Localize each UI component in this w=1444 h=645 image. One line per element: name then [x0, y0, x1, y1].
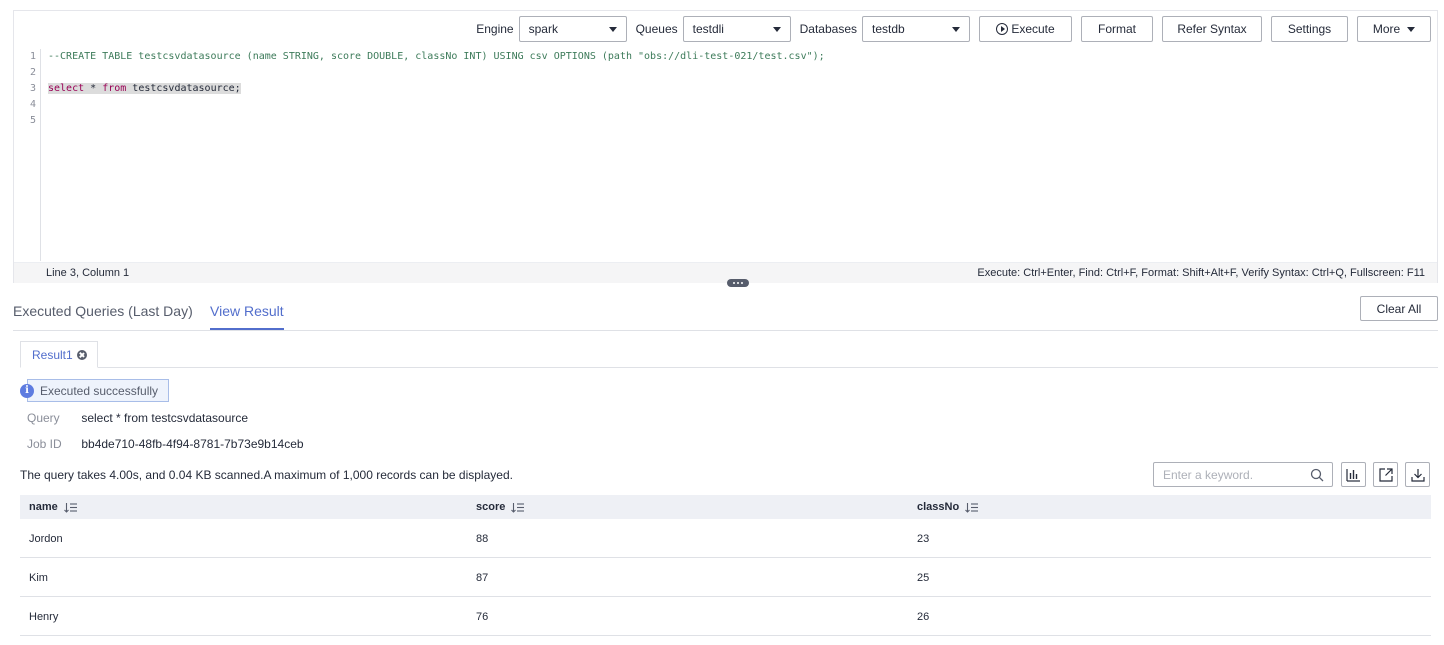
engine-select-value: spark [528, 22, 558, 36]
table-cell: 25 [917, 572, 930, 584]
table-row: Kim 87 25 [20, 558, 1431, 597]
engine-label: Engine [476, 22, 514, 36]
table-cell: 23 [917, 533, 930, 545]
column-header-label: name [29, 501, 58, 513]
status-notice: i Executed successfully [20, 379, 170, 402]
more-button[interactable]: More [1357, 16, 1431, 42]
execute-button[interactable]: Execute [979, 16, 1072, 42]
tab-view-result[interactable]: View Result [210, 303, 284, 330]
table-row: Jordon 88 23 [20, 519, 1431, 558]
engine-select[interactable]: spark [518, 16, 627, 42]
job-id-row: Job ID bb4de710-48fb-4f94-8781-7b73e9b14… [27, 437, 304, 451]
column-header-score[interactable]: score [476, 501, 525, 513]
play-icon [996, 23, 1009, 35]
format-button[interactable]: Format [1081, 16, 1153, 42]
sql-keyword: from [102, 83, 127, 94]
query-row: Query select * from testcsvdatasource [27, 411, 248, 425]
databases-select[interactable]: testdb [862, 16, 970, 42]
databases-label: Databases [799, 22, 857, 36]
column-header-label: classNo [917, 501, 960, 513]
job-id-label: Job ID [27, 437, 62, 451]
table-cell: 76 [476, 611, 489, 623]
table-row: Henry 76 26 [20, 597, 1431, 636]
code-editor[interactable]: 1 2 3 4 5 --CREATE TABLE testcsvdatasour… [14, 49, 1437, 261]
sort-icon[interactable] [511, 502, 525, 513]
code-line-3: select * from testcsvdatasource; [48, 83, 241, 94]
chart-button[interactable] [1341, 462, 1366, 487]
result-tab-bar: Executed Queries (Last Day) View Result … [13, 296, 1438, 331]
line-number-gutter: 1 2 3 4 5 [14, 49, 41, 261]
search-input[interactable] [1163, 467, 1303, 483]
line-number: 1 [29, 51, 36, 62]
table-cell: 87 [476, 572, 489, 584]
result-tab-label: Result1 [32, 347, 73, 362]
sort-icon[interactable] [965, 502, 979, 513]
status-message: Executed successfully [27, 379, 170, 402]
line-number: 3 [29, 83, 36, 94]
sort-icon[interactable] [63, 502, 77, 513]
result-table: name score classNo Jordon 88 23 Kim 87 2… [20, 495, 1431, 636]
databases-select-value: testdb [872, 22, 905, 36]
sql-text: testcsvdatasource; [126, 83, 241, 94]
query-summary: The query takes 4.00s, and 0.04 KB scann… [20, 468, 513, 482]
table-cell: 26 [917, 611, 930, 623]
sql-editor-panel: Engine spark Queues testdli Databases te… [13, 10, 1438, 283]
chevron-down-icon [772, 27, 781, 32]
table-cell: Kim [29, 572, 48, 584]
line-number: 5 [29, 115, 36, 126]
result-tab-1[interactable]: Result1 [20, 341, 98, 368]
table-cell: 88 [476, 533, 489, 545]
sql-text: * [84, 83, 103, 94]
keyboard-shortcuts: Execute: Ctrl+Enter, Find: Ctrl+F, Forma… [977, 267, 1425, 279]
editor-toolbar: Engine spark Queues testdli Databases te… [14, 15, 1437, 43]
sql-keyword: select [48, 83, 85, 94]
job-id-value: bb4de710-48fb-4f94-8781-7b73e9b14ceb [81, 437, 304, 451]
chevron-down-icon [1407, 26, 1416, 32]
download-icon [1410, 468, 1425, 482]
code-line-1: --CREATE TABLE testcsvdatasource (name S… [48, 51, 825, 62]
resize-handle[interactable] [727, 279, 749, 287]
chevron-down-icon [952, 27, 960, 32]
execute-button-label: Execute [1011, 22, 1055, 36]
table-header: name score classNo [20, 495, 1431, 519]
info-icon: i [20, 383, 34, 398]
settings-button[interactable]: Settings [1271, 16, 1348, 42]
download-button[interactable] [1405, 462, 1430, 487]
search-icon[interactable] [1310, 468, 1324, 482]
more-button-label: More [1372, 22, 1401, 36]
close-icon[interactable] [77, 350, 87, 360]
query-value: select * from testcsvdatasource [81, 411, 249, 425]
queues-select[interactable]: testdli [682, 16, 791, 42]
chevron-down-icon [608, 27, 617, 32]
queues-select-value: testdli [692, 22, 724, 36]
cursor-position: Line 3, Column 1 [46, 267, 130, 279]
refer-syntax-button[interactable]: Refer Syntax [1162, 16, 1262, 42]
export-button[interactable] [1373, 462, 1398, 487]
clear-all-button[interactable]: Clear All [1360, 296, 1438, 321]
line-number: 4 [29, 99, 36, 110]
result-subtab-bar: Result1 [20, 341, 1438, 368]
query-label: Query [27, 411, 60, 425]
column-header-name[interactable]: name [29, 501, 77, 513]
queues-label: Queues [635, 22, 678, 36]
editor-status-bar: Line 3, Column 1 Execute: Ctrl+Enter, Fi… [14, 262, 1437, 283]
column-header-label: score [476, 501, 506, 513]
keyword-search[interactable] [1153, 462, 1333, 487]
export-icon [1378, 467, 1393, 482]
chart-icon [1346, 468, 1360, 482]
table-cell: Jordon [29, 533, 63, 545]
line-number: 2 [29, 67, 36, 78]
column-header-classno[interactable]: classNo [917, 501, 979, 513]
tab-executed-queries[interactable]: Executed Queries (Last Day) [13, 303, 193, 328]
table-cell: Henry [29, 611, 59, 623]
